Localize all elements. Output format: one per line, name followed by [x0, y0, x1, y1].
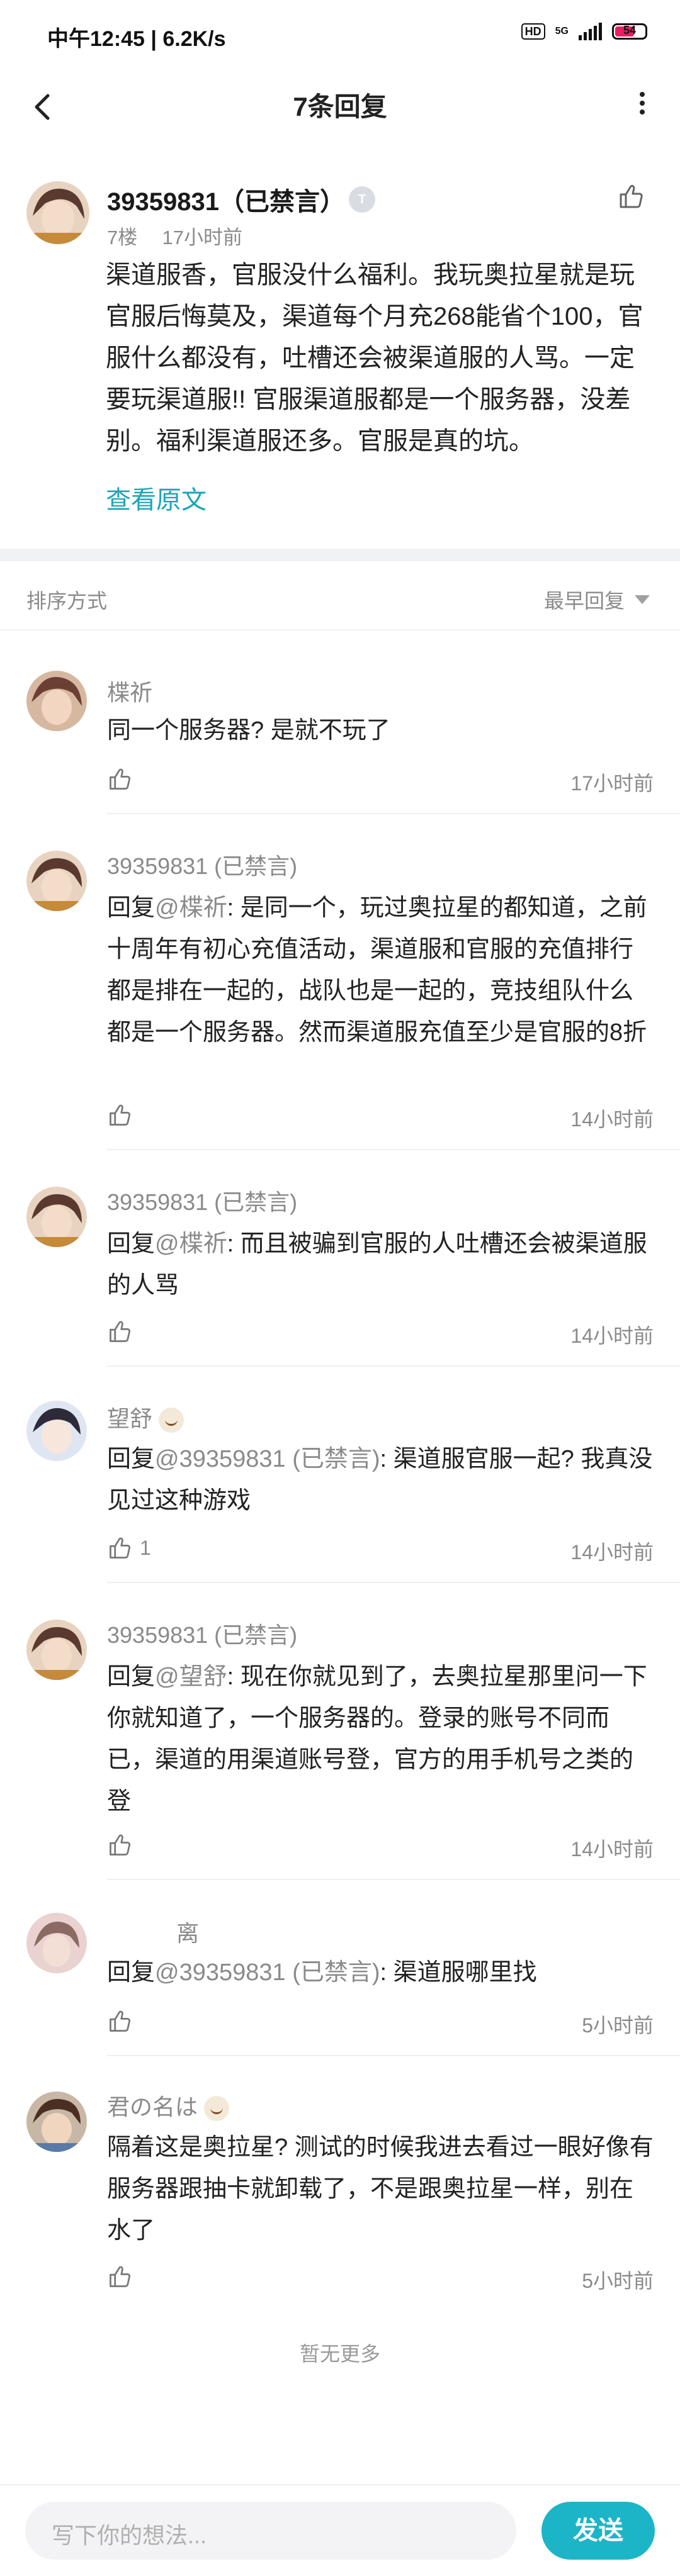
- send-button[interactable]: 发送: [541, 2502, 655, 2560]
- sort-dropdown[interactable]: 最早回复: [544, 585, 625, 614]
- reply-time: 14小时前: [570, 1324, 654, 1347]
- post-meta: 7楼 17小时前: [107, 221, 242, 250]
- avatar-image-icon: [26, 671, 87, 731]
- divider: [107, 1365, 680, 1367]
- avatar-image-icon: [26, 1913, 87, 1973]
- emoji-badge-icon: [159, 1408, 184, 1433]
- reply-author-name[interactable]: 39359831 (已禁言): [107, 1184, 297, 1217]
- network-label: 5G: [555, 26, 569, 36]
- reply-time: 14小时前: [570, 1838, 654, 1861]
- thumbs-up-icon[interactable]: [107, 1102, 132, 1128]
- emoji-badge-icon: [204, 2096, 230, 2122]
- top-nav-bar: 7条回复: [0, 69, 680, 145]
- avatar-image-icon: [26, 1187, 87, 1247]
- comment-input-placeholder[interactable]: 写下你的想法...: [52, 2517, 207, 2550]
- thumbs-up-icon[interactable]: [107, 766, 132, 792]
- hd-icon: HD: [521, 23, 545, 40]
- battery-level: 54: [623, 24, 637, 36]
- thumbs-up-icon[interactable]: [107, 1832, 132, 1857]
- more-options-button[interactable]: [630, 88, 655, 126]
- reply-avatar[interactable]: [26, 851, 87, 911]
- divider: [107, 2055, 680, 2056]
- reply-time: 14小时前: [570, 1108, 654, 1131]
- reply-author-name[interactable]: 39359831 (已禁言): [107, 848, 297, 881]
- thumbs-up-icon: [620, 184, 643, 208]
- reply-text: 回复@望舒: 现在你就见到了，去奥拉星那里问一下你就知道了，一个服务器的。登录的…: [107, 1664, 647, 1815]
- avatar-image-icon: [26, 1401, 87, 1461]
- status-icons: HD 5G 54: [521, 23, 647, 40]
- reply-time: 17小时前: [570, 772, 654, 795]
- post-floor: 7楼: [107, 227, 138, 249]
- sort-label: 排序方式: [26, 590, 108, 612]
- divider: [0, 2484, 680, 2485]
- avatar-image-icon: [26, 851, 87, 911]
- reply-avatar[interactable]: [26, 1401, 87, 1461]
- reply-text: 回复@楪祈: 而且被骗到官服的人吐槽还会被渠道服的人骂: [107, 1231, 647, 1299]
- avatar-image-icon: [26, 1620, 87, 1680]
- thumbs-up-icon[interactable]: [107, 2008, 132, 2034]
- status-bar: 中午12:45 | 6.2K/s HD 5G 54: [0, 0, 680, 69]
- no-more-text: 暂无更多: [299, 2343, 380, 2365]
- reply-time: 5小时前: [582, 2014, 654, 2037]
- post-body: 渠道服香，官服没什么福利。我玩奥拉星就是玩官服后悔莫及，渠道每个月充268能省个…: [106, 261, 643, 455]
- user-level-badge: T: [349, 186, 375, 213]
- divider: [107, 813, 680, 814]
- status-time: 中午12:45 | 6.2K/s: [47, 27, 226, 51]
- like-count: 1: [140, 1537, 151, 1559]
- signal-icon: [579, 23, 602, 40]
- reply-author-name[interactable]: 望舒: [107, 1401, 184, 1433]
- reply-author-name[interactable]: 39359831 (已禁言): [107, 1617, 297, 1650]
- divider: [107, 1582, 680, 1583]
- caret-down-icon[interactable]: [635, 595, 650, 604]
- post-time: 17小时前: [162, 227, 242, 249]
- thumbs-up-icon[interactable]: [107, 1535, 132, 1560]
- reply-avatar[interactable]: [26, 671, 87, 731]
- reply-text: 隔着这是奥拉星? 测试的时候我进去看过一眼好像有服务器跟抽卡就卸载了，不是跟奥拉…: [107, 2134, 654, 2244]
- avatar-image-icon: [26, 2092, 87, 2152]
- thumbs-up-icon[interactable]: [107, 2264, 132, 2289]
- reply-time: 14小时前: [570, 1541, 654, 1564]
- reply-text: 回复@楪祈: 是同一个，玩过奥拉星的都知道，之前十周年有初心充值活动，渠道服和官…: [107, 895, 647, 1046]
- divider: [107, 1879, 680, 1880]
- battery-icon: 54: [612, 23, 647, 40]
- divider: [107, 1149, 680, 1150]
- post-author-name[interactable]: 39359831（已禁言）: [107, 181, 345, 218]
- reply-author-name[interactable]: 楪祈: [107, 675, 152, 707]
- reply-avatar[interactable]: [26, 1913, 87, 1973]
- post-like-button[interactable]: [617, 182, 645, 210]
- reply-time: 5小时前: [582, 2270, 654, 2292]
- reply-text: 回复@39359831 (已禁言): 渠道服官服一起? 我真没见过这种游戏: [107, 1446, 653, 1514]
- divider: [0, 629, 680, 630]
- page-title: 7条回复: [293, 92, 387, 121]
- back-button[interactable]: [25, 88, 63, 126]
- reply-avatar[interactable]: [26, 2092, 87, 2152]
- reply-author-name[interactable]: 君の名は: [107, 2089, 230, 2122]
- thumbs-up-icon[interactable]: [107, 1319, 132, 1344]
- reply-avatar[interactable]: [26, 1620, 87, 1680]
- view-original-link[interactable]: 查看原文: [106, 479, 207, 516]
- post-author-avatar[interactable]: [26, 181, 89, 244]
- section-divider: [0, 549, 680, 561]
- reply-avatar[interactable]: [26, 1187, 87, 1247]
- reply-author-name[interactable]: 离: [176, 1915, 199, 1948]
- reply-text: 同一个服务器? 是就不玩了: [107, 717, 390, 744]
- reply-text: 回复@39359831 (已禁言): 渠道服哪里找: [107, 1959, 537, 1986]
- avatar-image-icon: [26, 181, 89, 244]
- chevron-left-icon: [35, 94, 50, 120]
